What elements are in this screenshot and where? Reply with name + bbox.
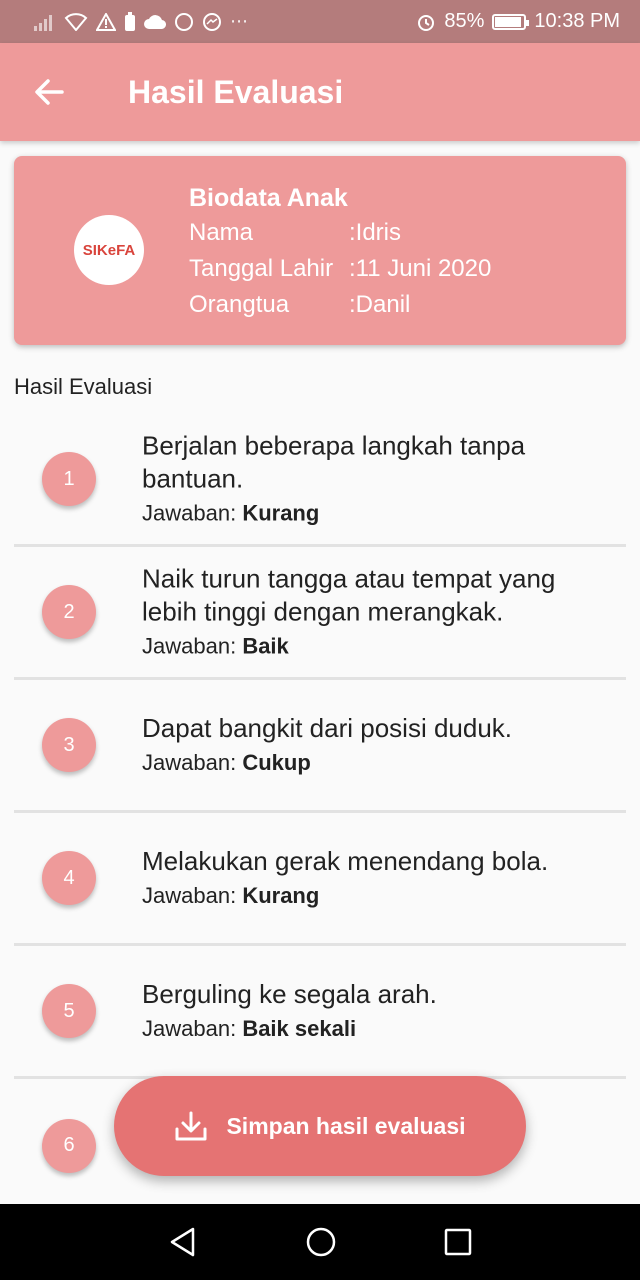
whatsapp-icon [175,12,193,31]
number-badge: 6 [42,1118,96,1173]
back-triangle-icon[interactable] [168,1226,198,1258]
biodata-details: Biodata Anak Nama :Idris Tanggal Lahir :… [189,181,491,323]
battery-icon [492,13,530,30]
signal-icon [34,14,52,31]
recents-square-icon[interactable] [444,1228,472,1256]
answer-text: Jawaban: Baik [142,633,289,659]
list-item: 5 Berguling ke segala arah. Jawaban: Bai… [14,946,626,1079]
biodata-value: :Idris [349,219,402,246]
biodata-label: Nama [189,219,254,246]
save-evaluation-label: Simpan hasil evaluasi [226,1112,466,1139]
arrow-left-icon [35,79,64,105]
status-left-icons: ⋯ [34,11,248,32]
answer-value: Cukup [242,750,311,775]
question-text: Dapat bangkit dari posisi duduk. [142,713,513,743]
biodata-title: Biodata Anak [189,184,348,212]
answer-text: Jawaban: Kurang [142,883,320,908]
list-item: 4 Melakukan gerak menendang bola. Jawaba… [14,813,626,946]
answer-text: Jawaban: Baik sekali [142,1016,357,1041]
status-right: 85% 10:38 PM [416,10,620,33]
number-badge: 1 [42,452,96,506]
number-badge: 5 [42,984,96,1038]
answer-value: Baik [242,633,289,659]
answer-value: Kurang [242,883,320,908]
system-nav-bar [0,1204,640,1280]
question-text: Melakukan gerak menendang bola. [142,846,549,876]
answer-text: Jawaban: Kurang [142,500,320,526]
question-text: Naik turun tangga atau tempat yang lebih… [142,563,556,627]
status-time: 10:38 PM [534,10,620,32]
sikefa-logo: SIKeFA [74,215,144,285]
biodata-card: SIKeFA Biodata Anak Nama :Idris Tanggal … [14,156,626,345]
messenger-icon [203,12,221,31]
biodata-value: :11 Juni 2020 [349,255,492,282]
save-evaluation-button[interactable]: Simpan hasil evaluasi [114,1076,526,1176]
battery-percent: 85% [444,10,485,32]
number-badge: 2 [42,585,96,639]
biodata-row-parent: Orangtua :Danil [189,287,491,323]
list-item: 3 Dapat bangkit dari posisi duduk. Jawab… [14,680,626,813]
wifi-icon [64,12,88,31]
number-badge: 4 [42,851,96,905]
biodata-label: Orangtua [189,291,290,318]
section-label: Hasil Evaluasi [14,374,153,399]
biodata-row-birthdate: Tanggal Lahir :11 Juni 2020 [189,251,491,287]
more-icon: ⋯ [230,11,248,31]
page-title: Hasil Evaluasi [128,73,344,110]
list-item: 2 Naik turun tangga atau tempat yang leb… [14,547,626,680]
question-text: Berguling ke segala arah. [142,979,437,1009]
download-icon [175,1111,207,1141]
answer-value: Kurang [242,500,320,526]
warning-icon [96,12,116,31]
biodata-row-name: Nama :Idris [189,215,491,251]
app-bar: Hasil Evaluasi [0,43,640,141]
number-badge: 3 [42,718,96,772]
status-bar: ⋯ 85% 10:38 PM [0,0,640,43]
list-item: 1 Berjalan beberapa langkah tanpa bantua… [14,414,626,547]
alarm-icon [418,14,435,31]
biodata-label: Tanggal Lahir [189,255,334,282]
answer-value: Baik sekali [242,1016,357,1041]
cloud-icon [144,14,166,29]
question-text: Berjalan beberapa langkah tanpa bantuan. [142,430,526,494]
home-circle-icon[interactable] [305,1226,337,1258]
logo-text: SIKeFA [82,241,136,259]
battery-saver-icon [125,11,135,31]
biodata-value: :Danil [349,291,411,318]
back-button[interactable] [0,43,100,141]
answer-text: Jawaban: Cukup [142,750,311,775]
